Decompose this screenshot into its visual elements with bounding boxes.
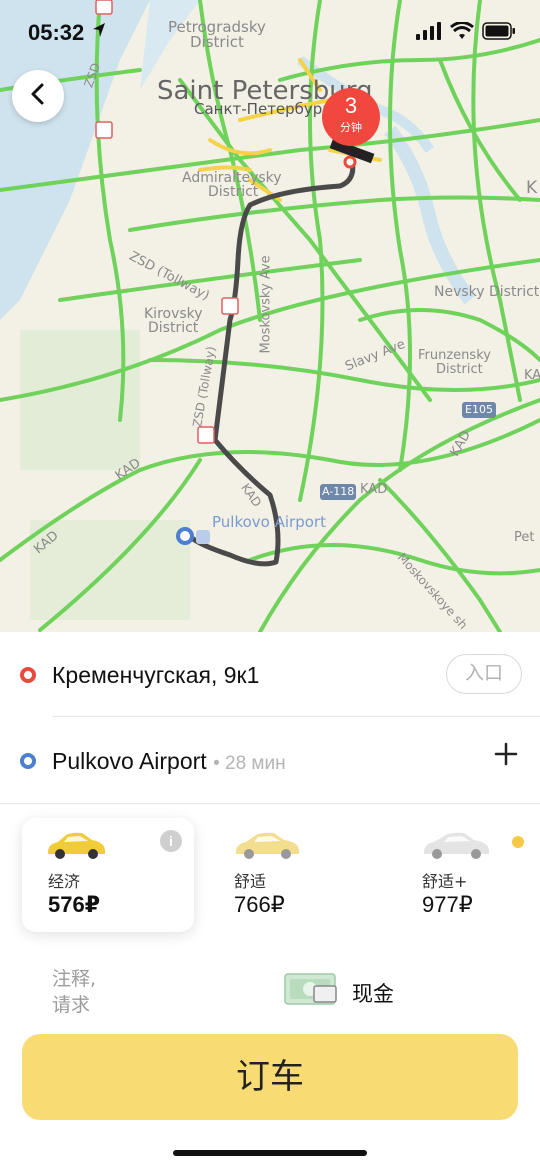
map-label-frunzensky-district: District [436, 362, 483, 377]
destination-duration: • 28 мин [213, 753, 286, 774]
map-label-city-ru: Санкт-Петербург [194, 100, 331, 118]
divider [0, 803, 540, 804]
destination-dot-icon [20, 753, 36, 769]
map-label-kad-6: KAD [524, 368, 540, 383]
destination-text: Pulkovo Airport • 28 мин [52, 748, 286, 775]
map-label-pet-edge: Pet [514, 530, 535, 545]
payment-method-button[interactable]: 现金 [284, 972, 394, 1013]
pickup-address: Кременчугская, 9к1 [52, 662, 260, 688]
back-button[interactable] [12, 70, 64, 122]
comment-label-line1: 注释, [52, 968, 97, 990]
cash-icon [284, 972, 338, 1013]
map-label-nevsky: Nevsky District [434, 284, 540, 300]
tariff-name: 经济 [48, 872, 81, 891]
map-label-kad-4: KAD [360, 482, 388, 497]
car-icon [44, 830, 108, 865]
map-view[interactable]: Petrogradsky District Saint Petersburg С… [0, 0, 540, 632]
payment-label: 现金 [352, 981, 394, 1006]
tariff-economy[interactable]: i 经济 576₽ [22, 818, 194, 932]
tariff-price: 576₽ [48, 892, 101, 917]
pickup-dot-icon [20, 667, 36, 683]
signal-icon [416, 22, 442, 45]
order-sheet: Кременчугская, 9к1 入口 Pulkovo Airport • … [0, 632, 540, 1169]
car-icon [232, 830, 302, 865]
add-stop-button[interactable] [492, 740, 520, 768]
tariff-price: 766₽ [234, 892, 285, 917]
tariff-name: 舒适+ [422, 872, 468, 891]
battery-icon [482, 22, 516, 45]
map-label-pulkovo-airport: Pulkovo Airport [212, 513, 326, 531]
plus-icon [494, 742, 518, 766]
status-bar: 05:32 [0, 0, 540, 66]
eta-unit: 分钟 [340, 122, 362, 134]
tariff-price: 977₽ [422, 892, 473, 917]
tariff-selector: i 经济 576₽ 舒适 766₽ 舒适+ 977₽ [0, 818, 540, 934]
info-icon[interactable]: i [160, 830, 182, 852]
promo-dot-icon [512, 836, 524, 848]
tariff-comfort[interactable]: 舒适 766₽ [208, 818, 380, 932]
location-arrow-icon [92, 22, 106, 43]
map-label-a118: A-118 [322, 485, 355, 498]
pickup-row[interactable]: Кременчугская, 9к1 入口 [0, 632, 540, 718]
map-label-k-edge: K [526, 178, 538, 198]
destination-address: Pulkovo Airport [52, 748, 207, 774]
map-label-admiralteysky-district: District [208, 184, 259, 200]
divider [52, 716, 540, 717]
destination-row[interactable]: Pulkovo Airport • 28 мин [0, 718, 540, 804]
tariff-name: 舒适 [234, 872, 267, 891]
status-time: 05:32 [28, 20, 85, 45]
comment-label-line2: 请求 [52, 994, 91, 1016]
eta-badge: 3 分钟 [322, 88, 380, 146]
map-label-e105: E105 [465, 403, 493, 416]
order-button[interactable]: 订车 [22, 1034, 518, 1120]
home-indicator [173, 1150, 367, 1156]
map-label-frunzensky: Frunzensky [418, 348, 491, 363]
wifi-icon [450, 21, 474, 45]
eta-number: 3 [344, 93, 358, 118]
entrance-button[interactable]: 入口 [446, 654, 522, 694]
car-icon [420, 830, 492, 865]
map-label-kirovsky-district: District [148, 320, 199, 336]
comment-requests-button[interactable]: 注释, 请求 [52, 966, 96, 1018]
map-label-moskovsky-ave: Moskovsky Ave [258, 255, 274, 354]
chevron-left-icon [28, 82, 48, 111]
